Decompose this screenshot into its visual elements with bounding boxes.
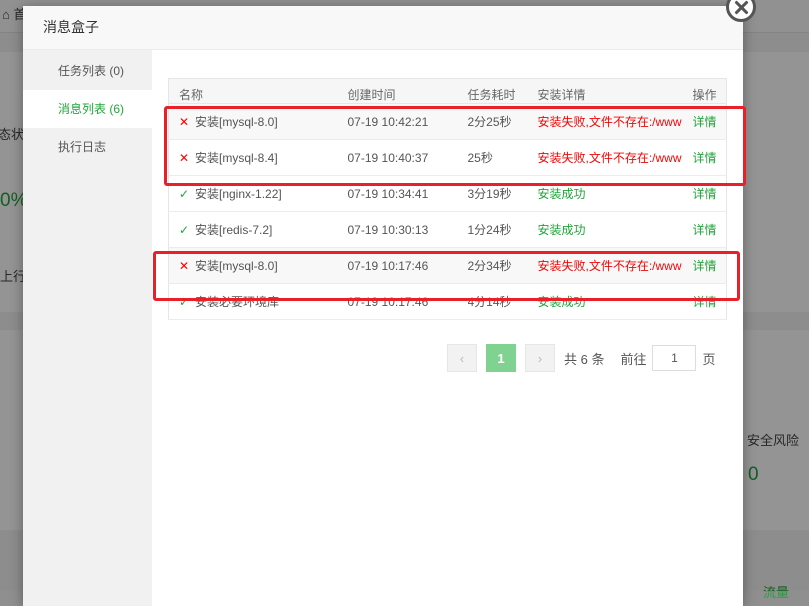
column-header-action: 操作: [692, 78, 727, 104]
task-duration: 1分24秒: [467, 211, 538, 248]
modal-title: 消息盒子: [23, 6, 743, 50]
message-box-modal: 消息盒子 任务列表 (0) 消息列表 (6) 执行日志 名称 创建时间 任务耗时…: [23, 6, 743, 606]
sidebar-item-message-list[interactable]: 消息列表 (6): [23, 90, 152, 128]
column-header-created-time: 创建时间: [347, 78, 468, 104]
next-page-button[interactable]: ›: [525, 344, 555, 372]
check-icon: ✓: [179, 223, 190, 237]
task-name-cell: ✓ 安装[redis-7.2]: [168, 211, 348, 248]
detail-link[interactable]: 详情: [693, 187, 717, 201]
column-header-duration: 任务耗时: [467, 78, 538, 104]
created-time: 07-19 10:30:13: [347, 211, 468, 248]
column-header-name: 名称: [168, 78, 348, 104]
table-row: ✓ 安装[redis-7.2] 07-19 10:30:13 1分24秒 安装成功…: [168, 211, 727, 248]
goto-prefix: 前往: [620, 351, 647, 367]
highlight-box: [164, 106, 746, 186]
check-icon: ✓: [179, 187, 190, 201]
column-header-detail: 安装详情: [537, 78, 693, 104]
total-count: 共 6 条: [564, 351, 605, 367]
pagination: ‹ 1 › 共 6 条 前往 页: [447, 344, 716, 372]
sidebar-item-execution-log[interactable]: 执行日志: [23, 128, 152, 166]
task-name: 安装[nginx-1.22]: [195, 187, 282, 201]
goto-page-input[interactable]: [652, 345, 697, 371]
install-detail: 安装成功: [537, 211, 693, 248]
highlight-box: [153, 251, 740, 301]
detail-link[interactable]: 详情: [693, 223, 717, 237]
sidebar-item-task-list[interactable]: 任务列表 (0): [23, 52, 152, 90]
modal-sidebar: 任务列表 (0) 消息列表 (6) 执行日志: [23, 50, 152, 606]
table-header-row: 名称 创建时间 任务耗时 安装详情 操作: [168, 78, 727, 104]
prev-page-button[interactable]: ‹: [447, 344, 477, 372]
current-page-button[interactable]: 1: [486, 344, 516, 372]
goto-suffix: 页: [702, 351, 716, 367]
task-name: 安装[redis-7.2]: [195, 223, 273, 237]
